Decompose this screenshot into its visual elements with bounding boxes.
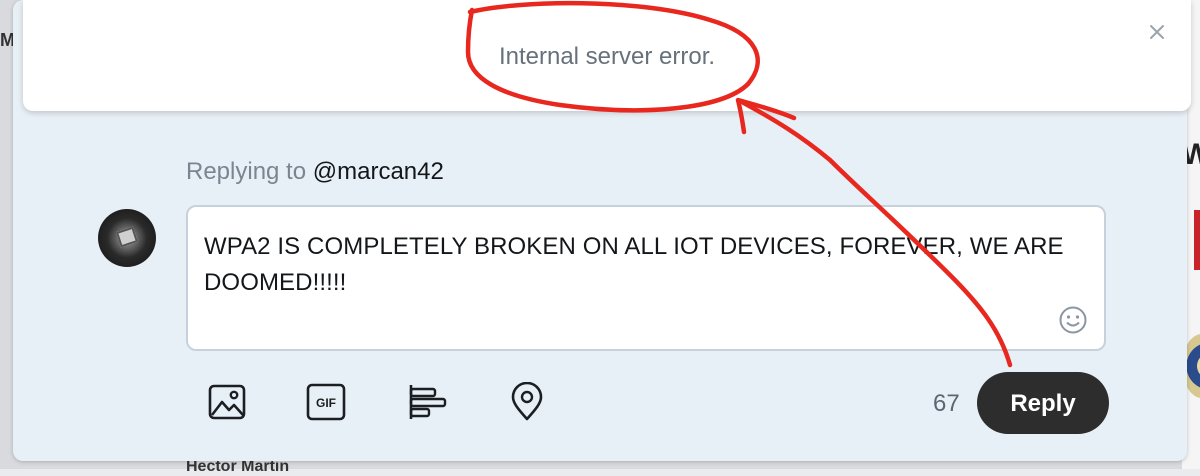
- tweet-composer[interactable]: WPA2 IS COMPLETELY BROKEN ON ALL IOT DEV…: [186, 205, 1106, 351]
- avatar[interactable]: [98, 209, 156, 267]
- emoji-icon[interactable]: [1058, 305, 1088, 335]
- reply-button[interactable]: Reply: [977, 372, 1109, 434]
- replying-to-line: Replying to @marcan42: [186, 158, 444, 186]
- image-icon[interactable]: [207, 382, 247, 422]
- replying-handle-link[interactable]: @marcan42: [313, 158, 444, 185]
- svg-text:GIF: GIF: [316, 396, 336, 410]
- gif-icon[interactable]: GIF: [306, 382, 346, 422]
- background-red-block: [1194, 210, 1200, 270]
- poll-icon[interactable]: [408, 382, 448, 422]
- close-icon[interactable]: [1147, 22, 1167, 42]
- replying-prefix: Replying to: [186, 158, 307, 185]
- character-count: 67: [933, 390, 960, 417]
- location-icon[interactable]: [507, 382, 547, 422]
- error-toast: Internal server error.: [23, 0, 1191, 111]
- toast-message: Internal server error.: [498, 43, 716, 70]
- composer-text[interactable]: WPA2 IS COMPLETELY BROKEN ON ALL IOT DEV…: [204, 229, 1064, 301]
- background-left-text: M: [0, 30, 14, 50]
